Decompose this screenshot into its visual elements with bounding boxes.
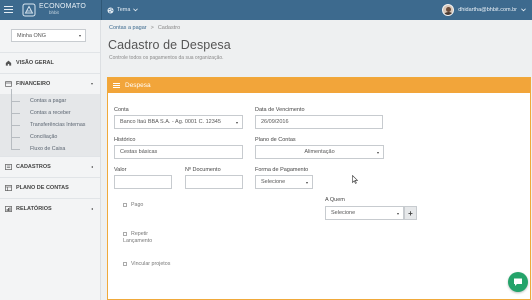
page-subtitle: Controle todos os pagamentos da sua orga… [109, 55, 224, 61]
historico-label: Histórico [114, 137, 136, 143]
repetir-label-line1: Repetir [131, 231, 149, 237]
pago-label: Pago [131, 202, 144, 208]
sidebar-item-cadastros[interactable]: CADASTROS [0, 156, 100, 177]
breadcrumb-separator: > [150, 25, 154, 31]
plano-de-contas-value: Alimentação [304, 149, 335, 155]
logo-mark-icon [22, 3, 36, 17]
caret-down-icon [91, 83, 93, 85]
chart-icon [5, 206, 12, 212]
valor-field[interactable] [114, 175, 172, 189]
vincular-checkbox[interactable] [123, 262, 127, 266]
caret-down-icon [397, 212, 399, 215]
caret-down-icon [79, 35, 81, 37]
valor-label: Valor [114, 167, 127, 173]
logo-subtitle: bhbit [49, 10, 59, 15]
historico-value: Cestas básicas [120, 149, 158, 155]
caret-left-icon [91, 166, 93, 168]
sidebar-item-label: RELATÓRIOS [16, 206, 52, 212]
caret-down-icon [236, 121, 238, 124]
documento-label: Nº Documento [185, 167, 221, 173]
chevron-down-icon [521, 8, 526, 12]
logo-name: ECONOMATO [39, 3, 87, 10]
avatar[interactable] [442, 4, 455, 16]
financial-icon [5, 81, 12, 87]
sidebar-item-label: VISÃO GERAL [16, 60, 54, 66]
conta-select[interactable]: Banco Itaú BBA S.A. - Ag. 0001 C. 12345 [114, 115, 243, 129]
forma-pagamento-select[interactable]: Selecione [255, 175, 313, 189]
chat-button[interactable] [508, 272, 528, 292]
user-menu[interactable]: dhidartha@bhbit.com.br [442, 3, 526, 17]
accounts-plan-icon [5, 185, 12, 191]
repetir-checkbox-row[interactable]: Repetir [123, 231, 148, 238]
plano-de-contas-select[interactable]: Alimentação [255, 145, 384, 159]
caret-down-icon [306, 181, 308, 184]
repetir-checkbox[interactable] [123, 232, 127, 236]
sidebar-item-visao-geral[interactable]: VISÃO GERAL [0, 52, 100, 73]
historico-field[interactable]: Cestas básicas [114, 145, 243, 159]
forma-pagamento-value: Selecione [261, 179, 286, 185]
sidebar-subitem-fluxo-de-caixa[interactable]: Fluxo de Caixa [0, 137, 100, 155]
vincular-label: Vincular projetos [131, 261, 171, 267]
breadcrumb-link-contas-a-pagar[interactable]: Contas a pagar [109, 25, 147, 31]
add-recipient-button[interactable]: + [404, 206, 417, 220]
organization-select-value: Minha ONG [17, 33, 47, 39]
organization-select[interactable]: Minha ONG [11, 29, 86, 42]
plano-de-contas-label: Plano de Contas [255, 137, 296, 143]
user-email: dhidartha@bhbit.com.br [458, 7, 517, 13]
sidebar-nav: VISÃO GERAL FINANCEIRO Contas a pagar Co… [0, 52, 100, 219]
vencimento-field[interactable]: 26/09/2016 [255, 115, 383, 129]
chevron-down-icon [133, 8, 139, 12]
sidebar-item-label: CADASTROS [16, 164, 51, 170]
repetir-label-line2: Lançamento [123, 238, 153, 244]
sidebar: Minha ONG VISÃO GERAL FINANCEIRO Contas … [0, 20, 101, 300]
app-logo[interactable]: ECONOMATO bhbit [22, 2, 86, 18]
theme-menu-label: Tema [117, 7, 131, 13]
documento-field[interactable] [185, 175, 243, 189]
a-quem-select[interactable]: Selecione [325, 206, 404, 220]
panel-title: Despesa [125, 82, 151, 89]
breadcrumb-current: Cadastro [157, 25, 181, 31]
top-navbar: ECONOMATO bhbit Tema dhidartha@bhbit.com… [0, 0, 532, 20]
vencimento-label: Data de Vencimento [255, 107, 305, 113]
sidebar-item-label: FINANCEIRO [16, 81, 51, 87]
register-icon [5, 164, 12, 170]
pago-checkbox-row[interactable]: Pago [123, 202, 143, 208]
chat-icon [514, 278, 522, 286]
page-title: Cadastro de Despesa [108, 38, 231, 52]
caret-left-icon [91, 208, 93, 210]
sidebar-item-relatorios[interactable]: RELATÓRIOS [0, 198, 100, 219]
caret-down-icon [377, 151, 379, 154]
a-quem-label: A Quem [325, 197, 345, 203]
sidebar-item-label: PLANO DE CONTAS [16, 185, 69, 191]
a-quem-value: Selecione [331, 210, 356, 216]
vencimento-value: 26/09/2016 [261, 119, 289, 125]
hamburger-menu-icon[interactable] [3, 4, 14, 15]
theme-menu[interactable]: Tema [107, 5, 139, 15]
plus-icon: + [408, 208, 413, 218]
conta-select-value: Banco Itaú BBA S.A. - Ag. 0001 C. 12345 [120, 119, 221, 125]
breadcrumb: Contas a pagar > Cadastro [109, 25, 180, 31]
forma-pagamento-label: Forma de Pagamento [255, 167, 309, 173]
despesa-panel: Despesa Conta Banco Itaú BBA S.A. - Ag. … [107, 77, 531, 300]
sidebar-item-plano-de-contas[interactable]: PLANO DE CONTAS [0, 177, 100, 198]
vincular-checkbox-row[interactable]: Vincular projetos [123, 261, 170, 267]
pago-checkbox[interactable] [123, 203, 127, 207]
list-icon [113, 82, 120, 89]
financeiro-submenu: Contas a pagar Contas a receber Transfer… [0, 89, 100, 156]
home-icon [5, 60, 12, 66]
mouse-cursor-icon [352, 175, 358, 184]
palette-icon [107, 6, 114, 14]
panel-header: Despesa [108, 78, 530, 93]
topbar-divider [101, 0, 102, 20]
conta-label: Conta [114, 107, 129, 113]
